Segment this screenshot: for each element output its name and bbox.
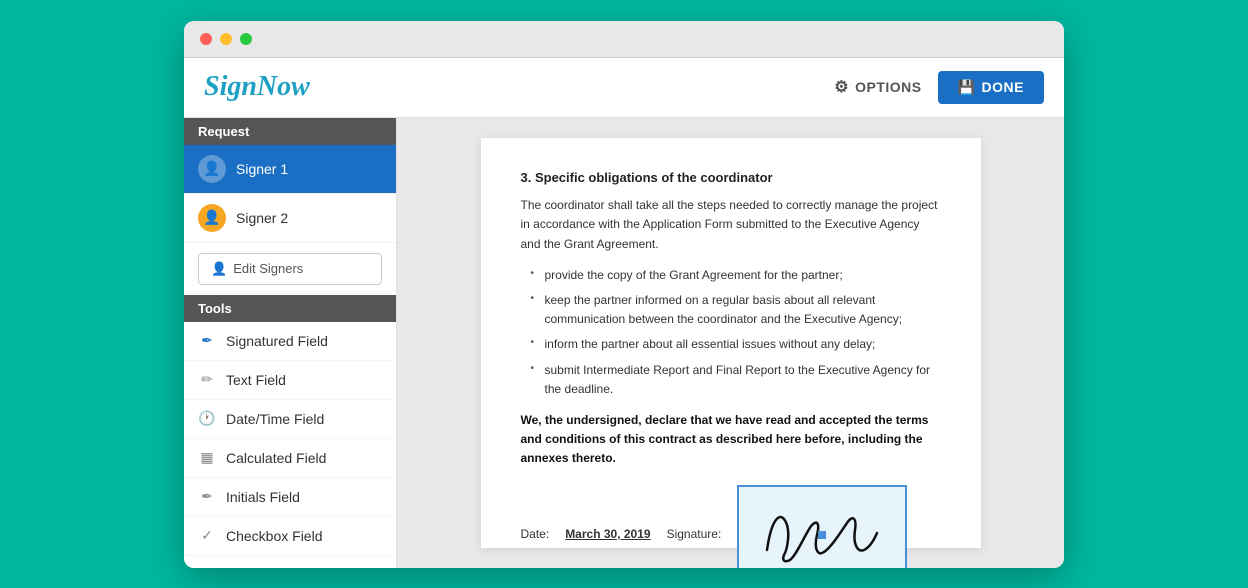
text-icon: ✏ (198, 371, 216, 389)
date-label: Date: (521, 525, 550, 544)
edit-signers-button[interactable]: 👤 Edit Signers (198, 253, 382, 285)
signature-image (752, 495, 892, 568)
app-container: SignNow ⚙ OPTIONS 💾 DONE Request (184, 58, 1064, 568)
done-button[interactable]: 💾 DONE (938, 71, 1044, 104)
tool-datetime-field[interactable]: 🕐 Date/Time Field (184, 400, 396, 439)
content-area: 3. Specific obligations of the coordinat… (397, 118, 1064, 568)
tool-calculated-field[interactable]: ▦ Calculated Field (184, 439, 396, 478)
minimize-button[interactable] (220, 33, 232, 45)
list-item: submit Intermediate Report and Final Rep… (531, 361, 941, 399)
header-actions: ⚙ OPTIONS 💾 DONE (834, 71, 1044, 104)
section-heading: 3. Specific obligations of the coordinat… (521, 168, 941, 189)
signer-item-2[interactable]: 👤 Signer 2 (184, 194, 396, 243)
tool-checkbox-field[interactable]: ✓ Checkbox Field (184, 517, 396, 556)
signature-label: Signature: (667, 525, 722, 544)
main-content: Request 👤 Signer 1 👤 Signer 2 👤 Edit Sig… (184, 118, 1064, 568)
avatar-signer-2: 👤 (198, 204, 226, 232)
save-icon: 💾 (958, 79, 976, 96)
signature-icon: ✒ (198, 332, 216, 350)
document: 3. Specific obligations of the coordinat… (481, 138, 981, 548)
tools-section-header: Tools (184, 295, 396, 322)
radio-icon: ○ (198, 566, 216, 568)
signer-item-1[interactable]: 👤 Signer 1 (184, 145, 396, 194)
options-button[interactable]: ⚙ OPTIONS (834, 77, 921, 97)
maximize-button[interactable] (240, 33, 252, 45)
clock-icon: 🕐 (198, 410, 216, 428)
header: SignNow ⚙ OPTIONS 💾 DONE (184, 58, 1064, 118)
gear-icon: ⚙ (834, 77, 849, 97)
signature-row: Date: March 30, 2019 Signature: (521, 485, 941, 568)
request-section-header: Request (184, 118, 396, 145)
avatar-signer-1: 👤 (198, 155, 226, 183)
tool-initials-field[interactable]: ✒ Initials Field (184, 478, 396, 517)
statement: We, the undersigned, declare that we hav… (521, 411, 941, 469)
close-button[interactable] (200, 33, 212, 45)
obligations-list: provide the copy of the Grant Agreement … (521, 266, 941, 399)
tool-signature-field[interactable]: ✒ Signatured Field (184, 322, 396, 361)
list-item: provide the copy of the Grant Agreement … (531, 266, 941, 285)
person-icon: 👤 (211, 261, 227, 277)
signer-2-name: Signer 2 (236, 210, 288, 226)
sidebar: Request 👤 Signer 1 👤 Signer 2 👤 Edit Sig… (184, 118, 397, 568)
tool-text-field[interactable]: ✏ Text Field (184, 361, 396, 400)
titlebar (184, 21, 1064, 58)
signer-1-name: Signer 1 (236, 161, 288, 177)
logo: SignNow (204, 71, 310, 103)
checkbox-icon: ✓ (198, 527, 216, 545)
intro-paragraph: The coordinator shall take all the steps… (521, 196, 941, 254)
list-item: keep the partner informed on a regular b… (531, 291, 941, 329)
initials-icon: ✒ (198, 488, 216, 506)
tool-radio-field[interactable]: ○ Radio Button Group (184, 556, 396, 568)
signature-box[interactable] (737, 485, 907, 568)
calculator-icon: ▦ (198, 449, 216, 467)
date-value: March 30, 2019 (565, 525, 650, 544)
app-window: SignNow ⚙ OPTIONS 💾 DONE Request (184, 21, 1064, 568)
list-item: inform the partner about all essential i… (531, 335, 941, 354)
